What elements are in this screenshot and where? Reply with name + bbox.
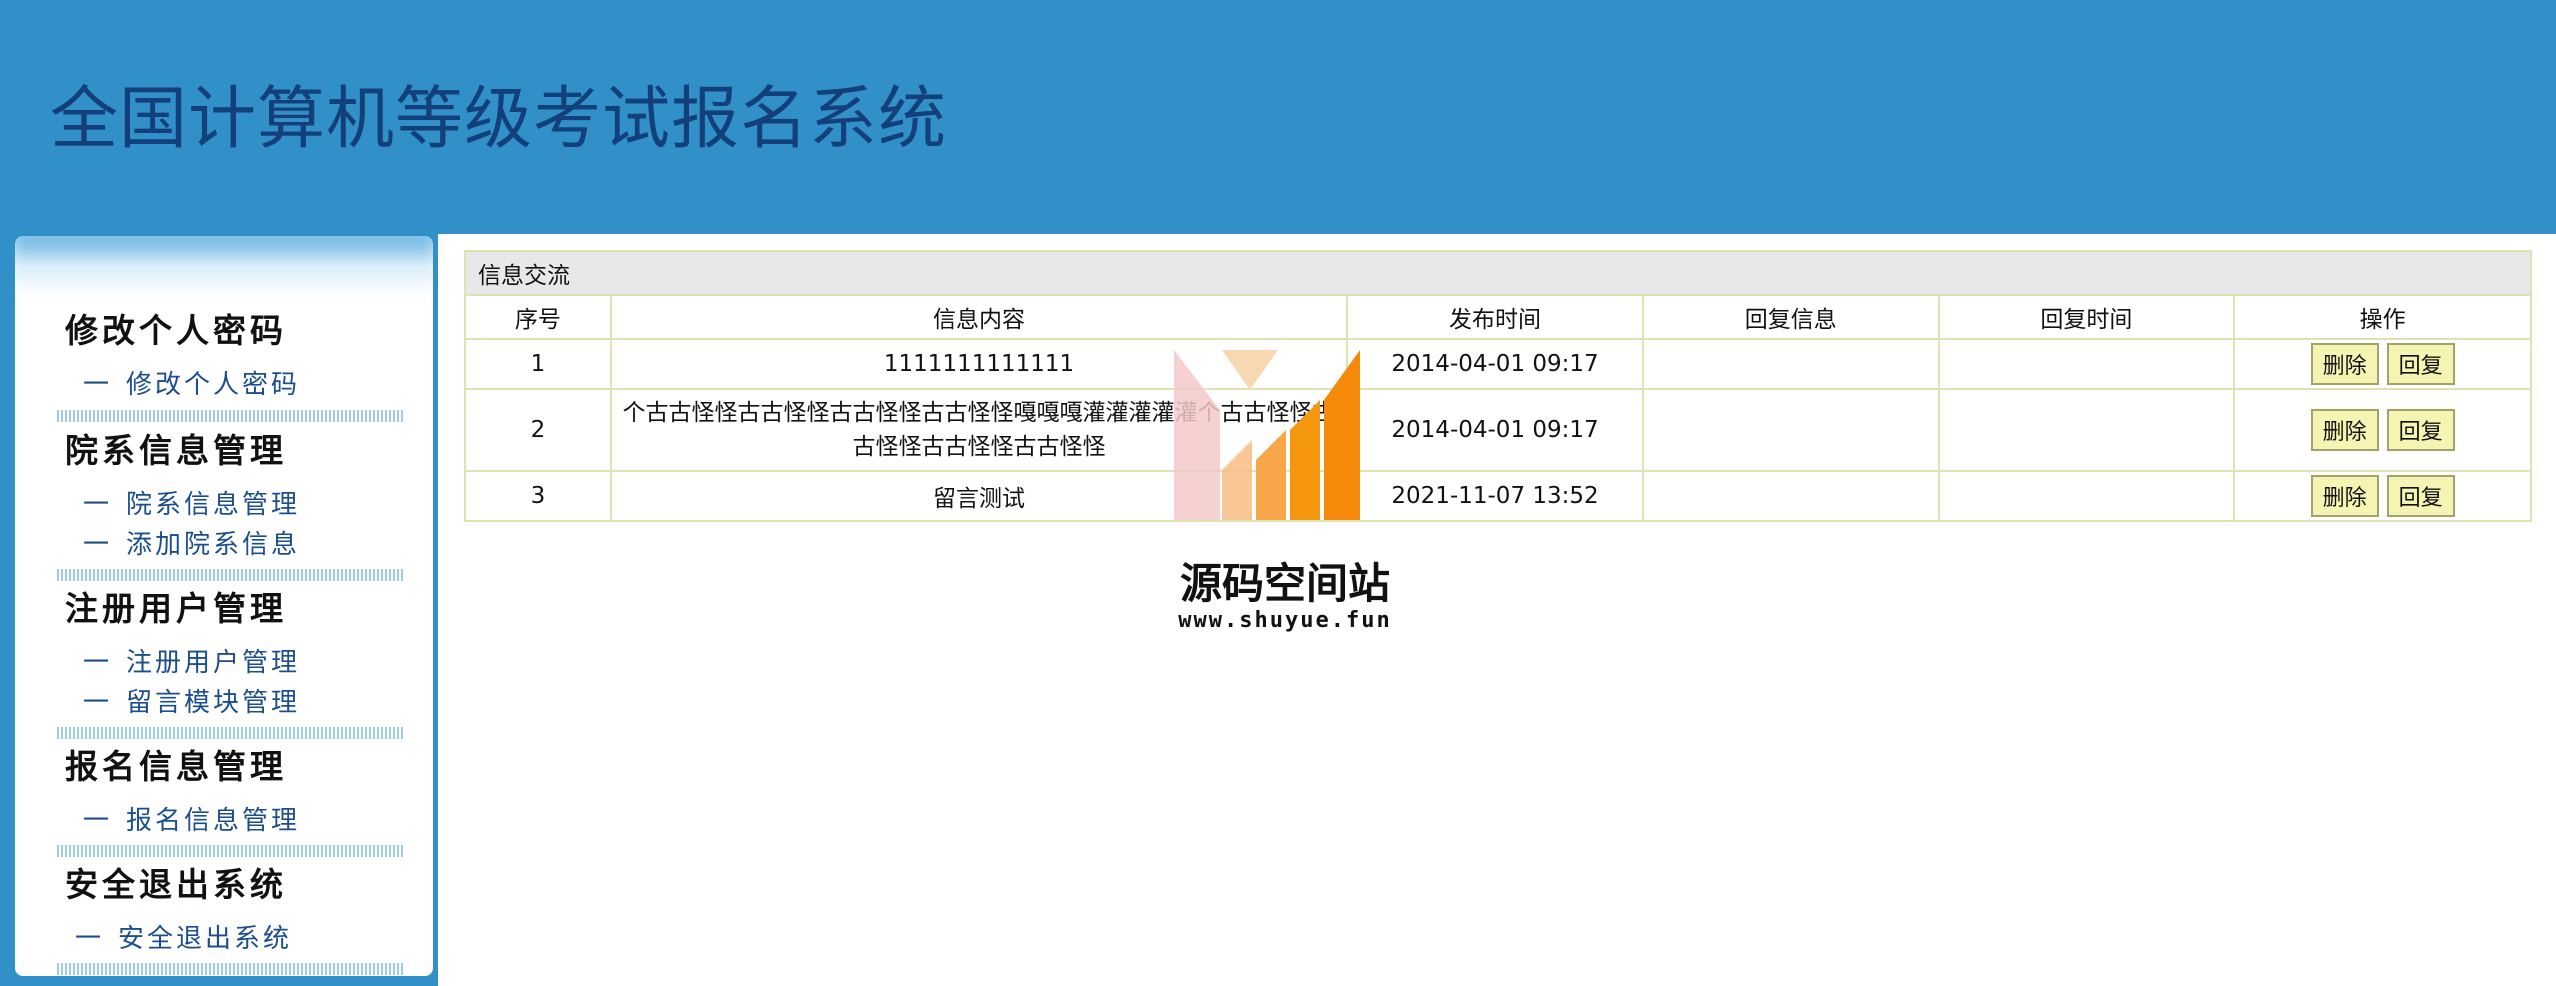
cell-reply	[1641, 470, 1940, 522]
menu-dash: 一	[83, 648, 113, 678]
menu-heading-logout: 安全退出系统	[65, 865, 287, 904]
main-content: 信息交流 序号 信息内容 发布时间 回复信息 回复时间 操作 1 1111111…	[464, 250, 2532, 522]
menu-link-label: 添加院系信息	[126, 530, 301, 560]
cell-reply-time	[1937, 470, 2236, 522]
delete-button[interactable]: 删除	[2310, 409, 2379, 451]
reply-button[interactable]: 回复	[2386, 343, 2455, 385]
menu-link-label: 报名信息管理	[126, 806, 301, 836]
table-row: 1 1111111111111 2014-04-01 09:17 删除 回复	[464, 338, 2532, 390]
menu-dash: 一	[83, 370, 113, 400]
menu-dash: 一	[83, 490, 113, 520]
reply-button[interactable]: 回复	[2386, 475, 2455, 517]
cell-reply	[1641, 338, 1940, 390]
sidebar-menu: 修改个人密码 一修改个人密码 院系信息管理 一院系信息管理 一添加院系信息 注册…	[15, 236, 433, 976]
watermark-url: www.shuyue.fun	[1178, 608, 1392, 633]
menu-divider	[57, 410, 403, 422]
menu-link-label: 注册用户管理	[126, 648, 301, 678]
cell-actions: 删除 回复	[2233, 470, 2532, 522]
menu-dash: 一	[83, 806, 113, 836]
menu-divider	[57, 569, 403, 581]
column-header-no: 序号	[464, 294, 612, 340]
menu-link-label: 安全退出系统	[118, 924, 293, 954]
menu-heading-password: 修改个人密码	[65, 311, 287, 350]
column-header-actions: 操作	[2233, 294, 2532, 340]
table-caption-row: 信息交流	[464, 250, 2532, 296]
column-header-publish-time: 发布时间	[1346, 294, 1644, 340]
menu-divider	[57, 845, 403, 857]
column-header-reply-time: 回复时间	[1937, 294, 2236, 340]
menu-link-registration-manage[interactable]: 一报名信息管理	[83, 800, 300, 837]
watermark-logo-icon	[1174, 350, 1360, 520]
cell-actions: 删除 回复	[2233, 388, 2532, 472]
column-header-reply: 回复信息	[1641, 294, 1940, 340]
table-header-row: 序号 信息内容 发布时间 回复信息 回复时间 操作	[464, 294, 2532, 340]
watermark-title: 源码空间站	[1179, 559, 1390, 608]
menu-link-department-manage[interactable]: 一院系信息管理	[83, 484, 300, 521]
cell-reply	[1641, 388, 1940, 472]
menu-link-label: 留言模块管理	[126, 688, 301, 718]
column-header-content: 信息内容	[609, 294, 1349, 340]
menu-link-change-password[interactable]: 一修改个人密码	[83, 364, 300, 401]
menu-dash: 一	[75, 924, 105, 954]
cell-reply-time	[1937, 338, 2236, 390]
menu-link-messages-manage[interactable]: 一留言模块管理	[83, 682, 300, 719]
menu-heading-users: 注册用户管理	[65, 589, 287, 628]
message-table: 信息交流 序号 信息内容 发布时间 回复信息 回复时间 操作 1 1111111…	[464, 250, 2532, 522]
menu-dash: 一	[83, 688, 113, 718]
table-caption: 信息交流	[464, 250, 2532, 296]
cell-no: 3	[464, 470, 612, 522]
header-bar: 全国计算机等级考试报名系统	[0, 0, 2556, 234]
cell-no: 2	[464, 388, 612, 472]
delete-button[interactable]: 删除	[2310, 475, 2379, 517]
cell-actions: 删除 回复	[2233, 338, 2532, 390]
menu-heading-department: 院系信息管理	[65, 431, 287, 470]
cell-no: 1	[464, 338, 612, 390]
cell-reply-time	[1937, 388, 2236, 472]
menu-link-label: 修改个人密码	[126, 370, 301, 400]
watermark: 源码空间站 www.shuyue.fun	[1160, 350, 1410, 640]
menu-link-department-add[interactable]: 一添加院系信息	[83, 524, 300, 561]
menu-divider	[57, 727, 403, 739]
table-row: 3 留言测试 2021-11-07 13:52 删除 回复	[464, 470, 2532, 522]
menu-link-logout[interactable]: 一安全退出系统	[75, 918, 292, 955]
menu-divider	[57, 963, 403, 975]
menu-dash: 一	[83, 530, 113, 560]
menu-link-label: 院系信息管理	[126, 490, 301, 520]
delete-button[interactable]: 删除	[2310, 343, 2379, 385]
menu-heading-registration: 报名信息管理	[65, 747, 287, 786]
reply-button[interactable]: 回复	[2386, 409, 2455, 451]
table-row: 2 个古古怪怪古古怪怪古古怪怪古古怪怪嘎嘎嘎灌灌灌灌灌个古古怪怪古古怪怪古古怪怪…	[464, 388, 2532, 472]
system-title: 全国计算机等级考试报名系统	[50, 80, 948, 159]
menu-link-users-manage[interactable]: 一注册用户管理	[83, 642, 300, 679]
